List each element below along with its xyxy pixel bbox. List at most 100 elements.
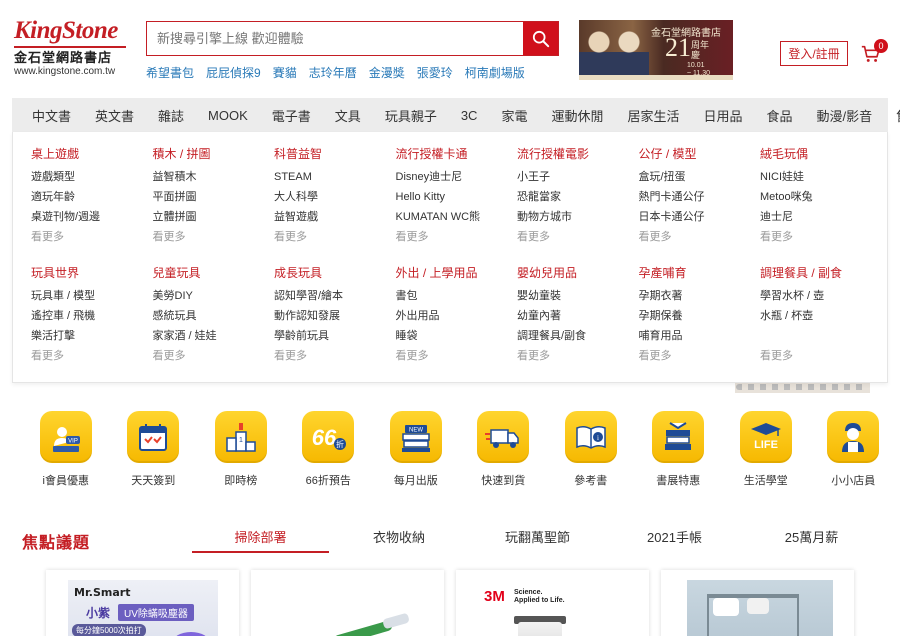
mega-menu-heading[interactable]: 兒童玩具 xyxy=(153,263,275,283)
mega-menu-link[interactable]: STEAM xyxy=(274,167,396,187)
hot-search-link[interactable]: 金漫獎 xyxy=(369,64,405,81)
nav-item[interactable]: 英文書 xyxy=(95,106,134,125)
mega-menu-link[interactable]: 幼童內著 xyxy=(517,306,639,326)
mega-menu-see-more[interactable]: 看更多 xyxy=(153,227,275,247)
product-card[interactable] xyxy=(251,570,444,636)
mega-menu-heading[interactable]: 玩具世界 xyxy=(31,263,153,283)
focus-tab[interactable]: 2021手帳 xyxy=(606,526,743,553)
mega-menu-link[interactable]: 熱門卡通公仔 xyxy=(639,187,761,207)
mega-menu-heading[interactable]: 成長玩具 xyxy=(274,263,396,283)
mega-menu-link[interactable]: 平面拼圖 xyxy=(153,187,275,207)
mega-menu-see-more[interactable]: 看更多 xyxy=(639,227,761,247)
mega-menu-heading[interactable]: 流行授權卡通 xyxy=(396,144,518,164)
mega-menu-link[interactable]: Disney迪士尼 xyxy=(396,167,518,187)
mega-menu-link[interactable]: 恐龍當家 xyxy=(517,187,639,207)
hot-search-link[interactable]: 賽貓 xyxy=(273,64,297,81)
focus-tab[interactable]: 玩翻萬聖節 xyxy=(469,526,606,553)
mega-menu-see-more[interactable]: 看更多 xyxy=(517,346,639,366)
mega-menu-link[interactable]: 學習水杯 / 壺 xyxy=(760,286,882,306)
mega-menu-link[interactable]: 動物方城市 xyxy=(517,207,639,227)
quick-link-book-stack[interactable]: 書展特惠 xyxy=(635,411,723,488)
quick-link-podium[interactable]: 1 即時榜 xyxy=(197,411,285,488)
mega-menu-link[interactable]: 立體拼圖 xyxy=(153,207,275,227)
mega-menu-see-more[interactable]: 看更多 xyxy=(396,227,518,247)
anniversary-banner[interactable]: 金石堂網路書店 21 周年慶 10.01 ~ 11.30 xyxy=(579,20,733,80)
mega-menu-link[interactable]: 書包 xyxy=(396,286,518,306)
nav-item[interactable]: 居家生活 xyxy=(627,106,679,125)
mega-menu-link[interactable]: 日本卡通公仔 xyxy=(639,207,761,227)
nav-item[interactable]: 中文書 xyxy=(32,106,71,125)
mega-menu-link[interactable]: 孕期衣著 xyxy=(639,286,761,306)
search-input[interactable] xyxy=(147,22,523,55)
nav-item[interactable]: MOOK xyxy=(208,108,248,123)
mega-menu-link[interactable]: 水瓶 / 杯壺 xyxy=(760,306,882,326)
mega-menu-see-more[interactable]: 看更多 xyxy=(517,227,639,247)
mega-menu-see-more[interactable]: 看更多 xyxy=(760,346,882,366)
mega-menu-link[interactable]: 盒玩/扭蛋 xyxy=(639,167,761,187)
hot-search-link[interactable]: 志玲年曆 xyxy=(309,64,357,81)
mega-menu-heading[interactable]: 公仔 / 模型 xyxy=(639,144,761,164)
hot-search-link[interactable]: 希望書包 xyxy=(146,64,194,81)
nav-item[interactable]: 家電 xyxy=(501,106,527,125)
nav-item[interactable]: 售票 xyxy=(896,106,900,125)
mega-menu-link[interactable]: 動作認知發展 xyxy=(274,306,396,326)
mega-menu-link[interactable]: 適玩年齡 xyxy=(31,187,153,207)
mega-menu-link[interactable]: 玩具車 / 模型 xyxy=(31,286,153,306)
mega-menu-link[interactable]: 睡袋 xyxy=(396,326,518,346)
mega-menu-heading[interactable]: 外出 / 上學用品 xyxy=(396,263,518,283)
product-card[interactable] xyxy=(661,570,854,636)
nav-item[interactable]: 雜誌 xyxy=(158,106,184,125)
mega-menu-link[interactable]: 孕期保養 xyxy=(639,306,761,326)
quick-link-reference-book[interactable]: i 參考書 xyxy=(547,411,635,488)
mega-menu-link[interactable]: NICI娃娃 xyxy=(760,167,882,187)
mega-menu-link[interactable]: 美勞DIY xyxy=(153,286,275,306)
mega-menu-heading[interactable]: 調理餐具 / 副食 xyxy=(760,263,882,283)
quick-link-life-school[interactable]: LIFE 生活學堂 xyxy=(722,411,810,488)
mega-menu-link[interactable]: 遙控車 / 飛機 xyxy=(31,306,153,326)
quick-link-new-books[interactable]: NEW 每月出版 xyxy=(372,411,460,488)
mega-menu-heading[interactable]: 絨毛玩偶 xyxy=(760,144,882,164)
mega-menu-see-more[interactable]: 看更多 xyxy=(274,346,396,366)
mega-menu-see-more[interactable]: 看更多 xyxy=(153,346,275,366)
mega-menu-link[interactable]: Hello Kitty xyxy=(396,187,518,207)
nav-item[interactable]: 電子書 xyxy=(272,106,311,125)
search-button[interactable] xyxy=(523,22,558,55)
mega-menu-heading[interactable]: 嬰幼兒用品 xyxy=(517,263,639,283)
mega-menu-link[interactable]: 桌遊刊物/週邊 xyxy=(31,207,153,227)
mega-menu-heading[interactable]: 桌上遊戲 xyxy=(31,144,153,164)
mega-menu-see-more[interactable]: 看更多 xyxy=(31,227,153,247)
product-card[interactable]: Mr.Smart 小紫 UV除蟎吸塵器 每分鐘5000次拍打 xyxy=(46,570,239,636)
mega-menu-link[interactable]: 調理餐具/副食 xyxy=(517,326,639,346)
mega-menu-link[interactable]: 學齡前玩具 xyxy=(274,326,396,346)
mega-menu-link[interactable]: 家家酒 / 娃娃 xyxy=(153,326,275,346)
nav-item[interactable]: 玩具親子 xyxy=(385,106,437,125)
mega-menu-see-more[interactable]: 看更多 xyxy=(396,346,518,366)
quick-link-fast-truck[interactable]: 快速到貨 xyxy=(460,411,548,488)
focus-tab[interactable]: 衣物收納 xyxy=(329,526,469,553)
nav-item[interactable]: 日用品 xyxy=(704,106,743,125)
mega-menu-link[interactable]: KUMATAN WC熊 xyxy=(396,207,518,227)
focus-tab[interactable]: 25萬月薪 xyxy=(743,526,880,553)
mega-menu-see-more[interactable]: 看更多 xyxy=(760,227,882,247)
nav-item[interactable]: 食品 xyxy=(767,106,793,125)
hot-search-link[interactable]: 張愛玲 xyxy=(417,64,453,81)
quick-link-discount-66[interactable]: 66 折 66折預告 xyxy=(285,411,373,488)
quick-link-clerk[interactable]: 小小店員 xyxy=(810,411,898,488)
mega-menu-heading[interactable]: 孕產哺育 xyxy=(639,263,761,283)
mega-menu-see-more[interactable]: 看更多 xyxy=(274,227,396,247)
mega-menu-link[interactable]: 益智遊戲 xyxy=(274,207,396,227)
mega-menu-link[interactable]: 嬰幼童裝 xyxy=(517,286,639,306)
site-logo[interactable]: KingStone 金石堂網路書店 www.kingstone.com.tw xyxy=(14,18,126,78)
quick-link-calendar-check[interactable]: 天天簽到 xyxy=(110,411,198,488)
mega-menu-link[interactable]: Metoo咪兔 xyxy=(760,187,882,207)
mega-menu-link[interactable]: 樂活打擊 xyxy=(31,326,153,346)
product-card[interactable]: 3M Science. Applied to Life. xyxy=(456,570,649,636)
nav-item[interactable]: 運動休閒 xyxy=(551,106,603,125)
mega-menu-link[interactable]: 哺育用品 xyxy=(639,326,761,346)
mega-menu-heading[interactable]: 積木 / 拼圖 xyxy=(153,144,275,164)
mega-menu-link[interactable]: 益智積木 xyxy=(153,167,275,187)
hot-search-link[interactable]: 柯南劇場版 xyxy=(465,64,525,81)
nav-item[interactable]: 文具 xyxy=(335,106,361,125)
nav-item[interactable]: 動漫/影音 xyxy=(817,106,873,125)
mega-menu-link[interactable]: 外出用品 xyxy=(396,306,518,326)
